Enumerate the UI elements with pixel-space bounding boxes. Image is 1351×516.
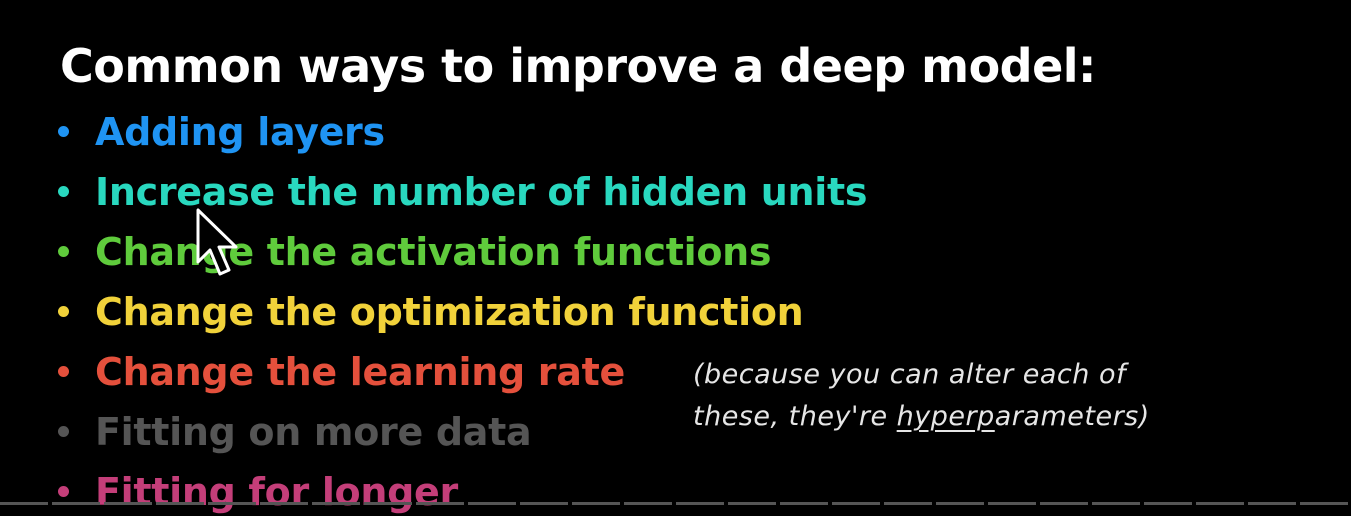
bullet-text: Fitting on more data [95, 410, 532, 454]
bullet-dot [58, 366, 69, 377]
handwritten-note: (because you can alter each of these, th… [693, 354, 1150, 438]
bullet-text: Adding layers [95, 110, 385, 154]
bullet-dot [58, 426, 69, 437]
bullet-optimization-function: Change the optimization function [58, 282, 867, 342]
mouse-pointer-icon [196, 208, 238, 276]
slide: Common ways to improve a deep model: Add… [0, 0, 1351, 516]
note-line-2-post: arameters) [994, 401, 1150, 432]
bullet-adding-layers: Adding layers [58, 102, 867, 162]
slide-title: Common ways to improve a deep model: [60, 39, 1096, 93]
bullet-activation-functions: Change the activation functions [58, 222, 867, 282]
note-line-2: these, they're hyperparameters) [693, 396, 1150, 438]
bullet-text: Change the learning rate [95, 350, 625, 394]
bullet-dot [58, 486, 69, 497]
bullet-text: Fitting for longer [95, 470, 458, 514]
bullet-dot [58, 186, 69, 197]
bullet-list: Adding layers Increase the number of hid… [58, 102, 867, 516]
note-line-2-pre: these, they're [693, 401, 897, 432]
note-underlined-word: hyperp [896, 401, 995, 432]
bullet-dot [58, 246, 69, 257]
bullet-dot [58, 126, 69, 137]
bullet-fitting-longer: Fitting for longer [58, 462, 867, 516]
bullet-dot [58, 306, 69, 317]
bullet-text: Change the optimization function [95, 290, 804, 334]
video-progress-bar[interactable] [0, 502, 1351, 505]
bullet-hidden-units: Increase the number of hidden units [58, 162, 867, 222]
note-line-1: (because you can alter each of [693, 359, 1126, 390]
